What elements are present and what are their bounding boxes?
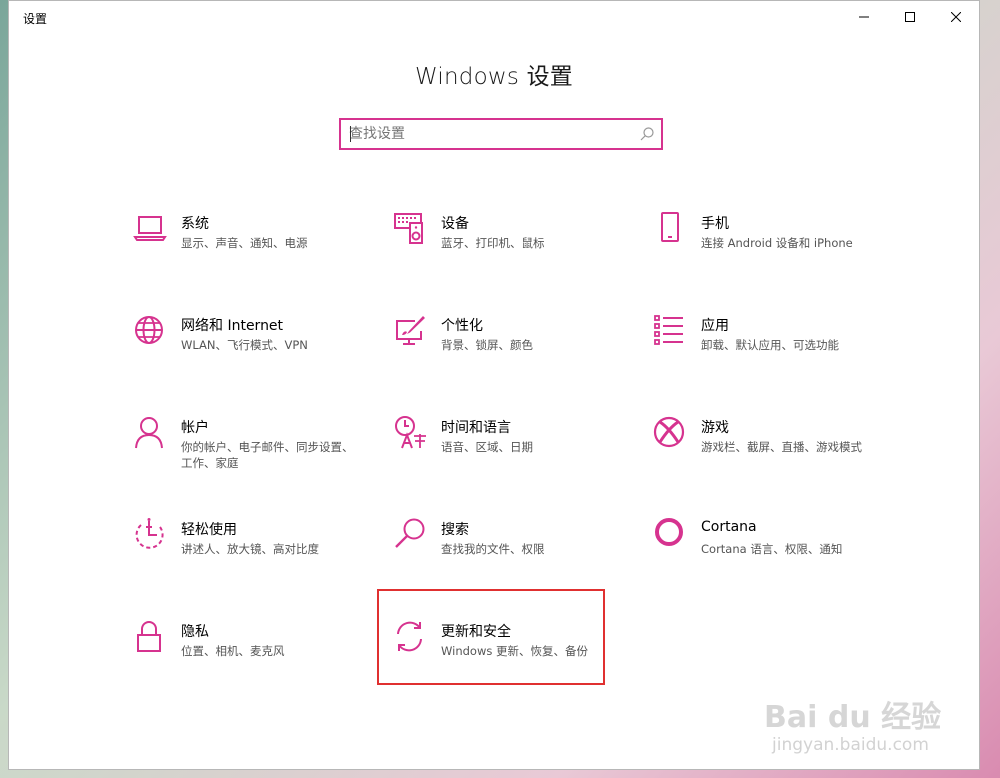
- tile-title: 个性化: [441, 318, 483, 334]
- tile-description: 蓝牙、打印机、鼠标: [441, 236, 545, 250]
- xbox-icon: [653, 416, 685, 448]
- cortana-icon: [655, 518, 683, 546]
- tile-system[interactable]: 系统 显示、声音、通知、电源: [133, 211, 373, 281]
- tile-description: WLAN、飞行模式、VPN: [181, 338, 308, 352]
- tile-title: 系统: [181, 216, 209, 232]
- tile-phone[interactable]: 手机 连接 Android 设备和 iPhone: [653, 211, 893, 281]
- window-title: 设置: [23, 12, 48, 26]
- tile-title: 时间和语言: [441, 420, 511, 436]
- search-box[interactable]: [339, 118, 663, 150]
- tile-privacy[interactable]: 隐私 位置、相机、麦克风: [133, 619, 373, 689]
- tile-accounts[interactable]: 帐户 你的帐户、电子邮件、同步设置、工作、家庭: [133, 415, 373, 485]
- tile-cortana[interactable]: Cortana Cortana 语言、权限、通知: [653, 517, 893, 587]
- tile-description: 连接 Android 设备和 iPhone: [701, 236, 853, 250]
- tile-network[interactable]: 网络和 Internet WLAN、飞行模式、VPN: [133, 313, 373, 383]
- tile-description: 你的帐户、电子邮件、同步设置、工作、家庭: [181, 440, 354, 470]
- tile-personalization[interactable]: 个性化 背景、锁屏、颜色: [393, 313, 633, 383]
- tile-title: 设备: [441, 216, 469, 232]
- tile-time-language[interactable]: 时间和语言 语音、区域、日期: [393, 415, 633, 485]
- tile-description: 查找我的文件、权限: [441, 542, 545, 556]
- lock-icon: [137, 621, 161, 652]
- tile-description: 位置、相机、麦克风: [181, 644, 285, 658]
- tile-devices[interactable]: 设备 蓝牙、打印机、鼠标: [393, 211, 633, 281]
- phone-icon: [661, 212, 679, 242]
- apps-list-icon: [654, 315, 683, 345]
- magnifier-icon: [395, 518, 425, 548]
- close-button[interactable]: [933, 1, 979, 33]
- search-icon[interactable]: [639, 126, 655, 142]
- tile-title: 网络和 Internet: [181, 318, 284, 334]
- tile-title: 手机: [701, 216, 729, 232]
- maximize-icon: [905, 12, 915, 22]
- window-controls: [841, 1, 979, 33]
- time-language-icon: [395, 416, 426, 449]
- tile-title: 隐私: [181, 624, 209, 640]
- tile-title: 搜索: [441, 522, 469, 538]
- person-icon: [135, 417, 163, 449]
- tile-description: Cortana 语言、权限、通知: [701, 542, 843, 556]
- minimize-icon: [859, 16, 869, 18]
- watermark-url: jingyan.baidu.com: [772, 735, 929, 755]
- watermark-logo: Bai du 经验: [764, 700, 942, 735]
- page-title: Windows 设置: [415, 64, 573, 90]
- tile-description: 游戏栏、截屏、直播、游戏模式: [701, 440, 862, 454]
- tile-search[interactable]: 搜索 查找我的文件、权限: [393, 517, 633, 587]
- title-bar[interactable]: 设置: [9, 1, 979, 33]
- tile-description: 显示、声音、通知、电源: [181, 236, 308, 250]
- tile-description: 背景、锁屏、颜色: [441, 338, 533, 352]
- minimize-button[interactable]: [841, 1, 887, 33]
- tile-description: 卸载、默认应用、可选功能: [701, 338, 839, 352]
- laptop-icon: [133, 216, 167, 241]
- highlight-box: [377, 589, 605, 685]
- tile-title: 帐户: [181, 420, 209, 436]
- ease-of-access-icon: [135, 518, 164, 549]
- tile-title: 轻松使用: [181, 522, 237, 538]
- globe-icon: [135, 316, 163, 344]
- tile-description: 讲述人、放大镜、高对比度: [181, 542, 319, 556]
- tile-description: 语音、区域、日期: [441, 440, 533, 454]
- tile-apps[interactable]: 应用 卸载、默认应用、可选功能: [653, 313, 893, 383]
- settings-window: 设置 Windows 设置 系统 显示、声音、通知、电源: [8, 0, 980, 770]
- text-caret: [350, 126, 351, 142]
- tile-title: Cortana: [701, 519, 757, 535]
- tile-ease-of-access[interactable]: 轻松使用 讲述人、放大镜、高对比度: [133, 517, 373, 587]
- tile-title: 应用: [701, 318, 729, 334]
- tile-title: 游戏: [701, 420, 729, 436]
- paint-monitor-icon: [396, 316, 425, 345]
- tile-gaming[interactable]: 游戏 游戏栏、截屏、直播、游戏模式: [653, 415, 893, 485]
- search-input[interactable]: [349, 124, 629, 144]
- keyboard-speaker-icon: [394, 213, 423, 244]
- maximize-button[interactable]: [887, 1, 933, 33]
- close-icon: [951, 12, 961, 22]
